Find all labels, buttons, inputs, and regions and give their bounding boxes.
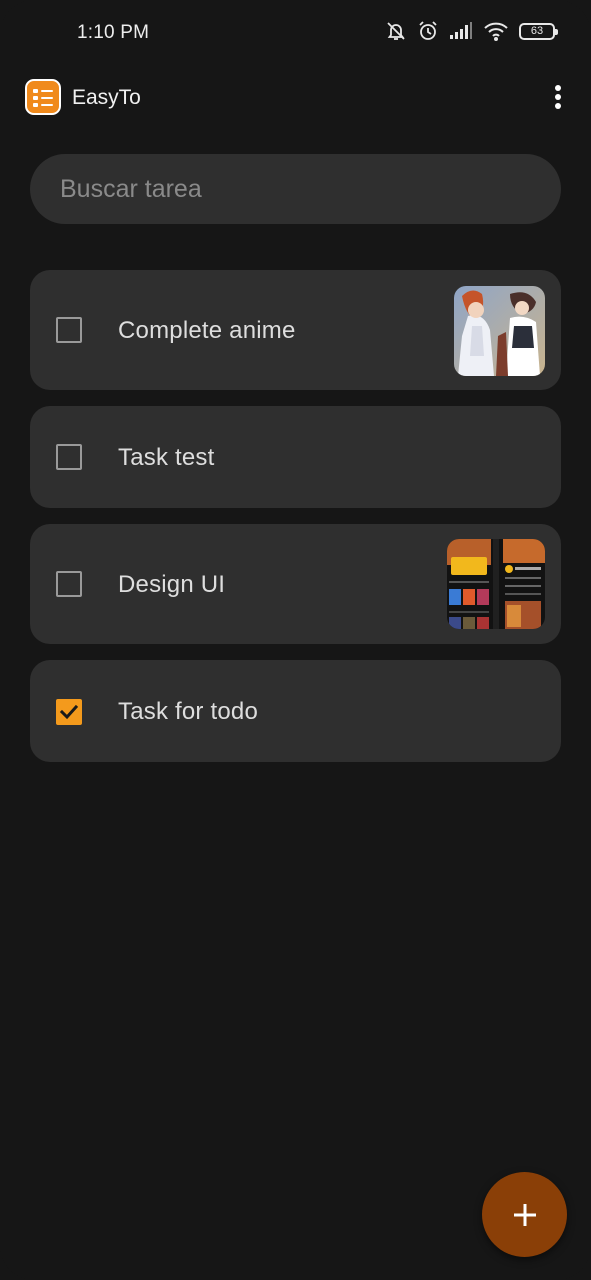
task-label: Task test [118, 444, 215, 471]
status-time: 1:10 PM [77, 22, 150, 43]
task-image-thumbnail[interactable] [447, 539, 545, 629]
app-bar: EasyTo [0, 76, 591, 118]
task-checkbox-checked[interactable] [56, 699, 82, 725]
search-input[interactable] [58, 173, 561, 205]
task-item[interactable]: Task for todo [30, 660, 561, 762]
wifi-icon [483, 21, 509, 41]
task-checkbox[interactable] [56, 444, 82, 470]
more-vert-icon[interactable] [549, 82, 567, 112]
alarm-icon [417, 20, 439, 42]
task-label: Design UI [118, 571, 226, 598]
screen: 1:10 PM 63 EasyTo Buscar tarea Complete … [0, 0, 591, 1280]
app-title: EasyTo [72, 86, 141, 109]
search-bar[interactable] [30, 154, 561, 224]
task-checkbox[interactable] [56, 317, 82, 343]
battery-icon: 63 [519, 22, 558, 40]
status-bar: 1:10 PM 63 [0, 0, 591, 68]
task-image-thumbnail[interactable] [454, 286, 545, 376]
battery-level: 63 [530, 24, 544, 37]
task-label: Complete anime [118, 317, 296, 344]
plus-icon [513, 1203, 536, 1226]
signal-icon [449, 22, 473, 40]
task-item[interactable]: Complete anime [30, 270, 561, 390]
task-label: Task for todo [118, 698, 259, 725]
task-item[interactable]: Task test [30, 406, 561, 508]
task-item[interactable]: Design UI [30, 524, 561, 644]
bell-off-icon [385, 20, 407, 42]
check-icon [59, 704, 79, 720]
status-icons: 63 [385, 20, 558, 42]
add-task-button[interactable] [482, 1172, 567, 1257]
task-checkbox[interactable] [56, 571, 82, 597]
checklist-icon [25, 79, 61, 115]
